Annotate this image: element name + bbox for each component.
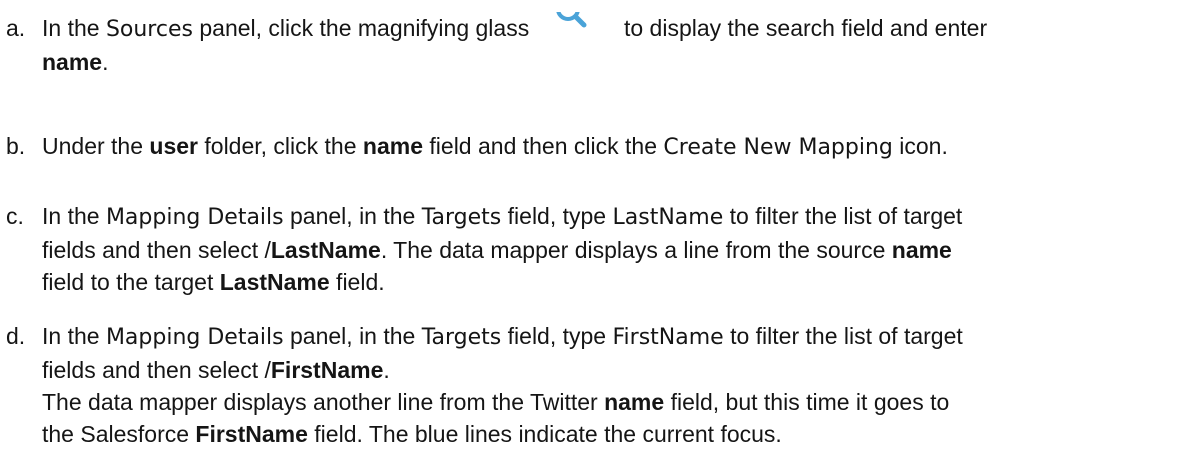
step-marker: a. [6, 15, 26, 41]
emphasis-lastname: LastName [219, 269, 330, 295]
ui-label-mapping-details: Mapping Details [105, 325, 284, 350]
emphasis-name: name [362, 133, 424, 159]
emphasis-name: name [891, 237, 952, 263]
emphasis-firstname: FirstName [195, 421, 308, 447]
step-marker: c. [6, 203, 24, 229]
emphasis-lastname: LastName [270, 237, 381, 263]
emphasis-user: user [149, 133, 198, 159]
ui-value-lastname: LastName [612, 205, 724, 230]
emphasis-name: name [604, 389, 665, 415]
step-text: Under the user folder, click the name fi… [42, 133, 948, 160]
step-text: In the Sources panel, click the magnifyi… [42, 0, 1187, 78]
emphasis-name: name [42, 49, 103, 75]
ui-label-create-new-mapping: Create New Mapping [663, 135, 893, 160]
ui-label-targets: Targets [421, 325, 502, 350]
step-text: In the Mapping Details panel, in the Tar… [42, 203, 963, 295]
ui-value-firstname: FirstName [612, 325, 724, 350]
emphasis-firstname: FirstName [270, 357, 384, 383]
ui-label-targets: Targets [421, 205, 502, 230]
ui-label-sources: Sources [105, 17, 193, 42]
ui-label-mapping-details: Mapping Details [105, 205, 284, 230]
step-text: In the Mapping Details panel, in the Tar… [42, 323, 963, 447]
search-icon [536, 0, 618, 36]
step-marker: d. [6, 323, 26, 349]
step-marker: b. [6, 133, 26, 159]
